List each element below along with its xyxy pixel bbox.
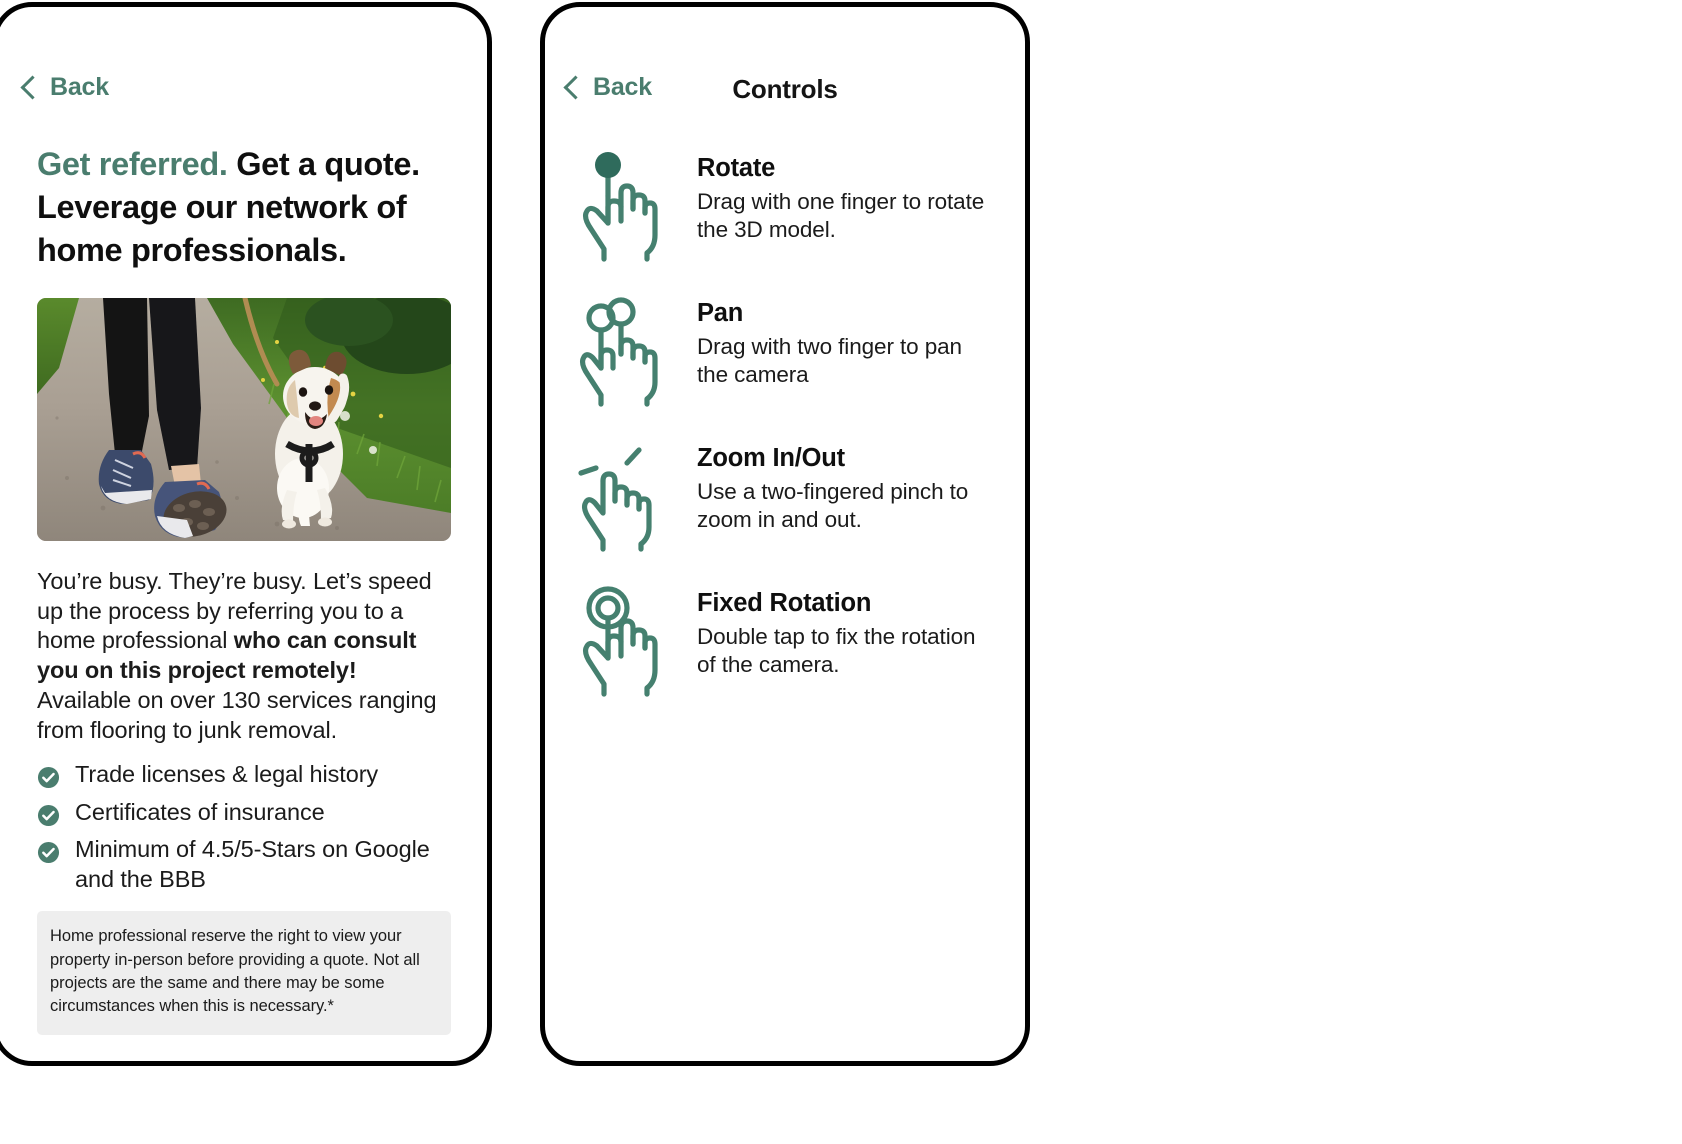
control-text: Zoom In/Out Use a two-fingered pinch to … <box>697 437 997 535</box>
list-item: Rotate Drag with one finger to rotate th… <box>565 147 1005 267</box>
disclaimer-note: Home professional reserve the right to v… <box>37 911 451 1035</box>
control-description: Drag with two finger to pan the camera <box>697 333 962 388</box>
hand-one-finger-tap-icon <box>565 147 675 267</box>
list-item: Certificates of insurance <box>37 798 457 828</box>
body-paragraph: You’re busy. They’re busy. Let’s speed u… <box>37 567 452 746</box>
left-navbar: Back <box>0 67 487 111</box>
hand-double-tap-icon <box>565 582 675 702</box>
checklist-label: Minimum of 4.5/5-Stars on Google and the… <box>75 836 430 893</box>
list-item: Pan Drag with two finger to pan the came… <box>565 292 1005 412</box>
check-circle-icon <box>37 804 60 827</box>
control-title: Fixed Rotation <box>697 589 872 617</box>
control-description: Double tap to fix the rotation of the ca… <box>697 623 976 678</box>
back-button-left[interactable]: Back <box>20 73 109 102</box>
paragraph-part-2: Available on over 130 services ranging f… <box>37 687 437 743</box>
list-item: Fixed Rotation Double tap to fix the rot… <box>565 582 1005 702</box>
left-panel-body: Get referred. Get a quote. Leverage our … <box>37 143 457 1035</box>
chevron-left-icon <box>20 74 45 100</box>
headline-accent: Get referred. <box>37 146 228 182</box>
hand-pinch-zoom-icon <box>565 437 675 557</box>
control-title: Pan <box>697 299 744 327</box>
hand-two-finger-drag-icon <box>565 292 675 412</box>
list-item: Minimum of 4.5/5-Stars on Google and the… <box>37 835 457 895</box>
control-text: Rotate Drag with one finger to rotate th… <box>697 147 997 245</box>
page-headline: Get referred. Get a quote. Leverage our … <box>37 143 457 272</box>
benefits-checklist: Trade licenses & legal history Certifica… <box>37 760 457 895</box>
control-text: Fixed Rotation Double tap to fix the rot… <box>697 582 997 680</box>
list-item: Trade licenses & legal history <box>37 760 457 790</box>
hero-image <box>37 297 451 541</box>
list-item: Zoom In/Out Use a two-fingered pinch to … <box>565 437 1005 557</box>
phone-frame-right: Back Controls Rotate Drag with one finge… <box>540 2 1030 1066</box>
control-text: Pan Drag with two finger to pan the came… <box>697 292 997 390</box>
back-button-label: Back <box>50 73 109 101</box>
control-description: Drag with one finger to rotate the 3D mo… <box>697 188 985 243</box>
control-title: Zoom In/Out <box>697 444 845 472</box>
screenshot-stage: Back Get referred. Get a quote. Leverage… <box>0 0 1682 1144</box>
controls-list: Rotate Drag with one finger to rotate th… <box>565 147 1005 727</box>
right-navbar: Back Controls <box>545 67 1025 111</box>
control-title: Rotate <box>697 154 776 182</box>
checklist-label: Certificates of insurance <box>75 798 325 825</box>
check-circle-icon <box>37 766 60 789</box>
check-circle-icon <box>37 841 60 864</box>
control-description: Use a two-fingered pinch to zoom in and … <box>697 478 969 533</box>
phone-frame-left: Back Get referred. Get a quote. Leverage… <box>0 2 492 1066</box>
checklist-label: Trade licenses & legal history <box>75 760 379 787</box>
page-title: Controls <box>732 74 838 104</box>
